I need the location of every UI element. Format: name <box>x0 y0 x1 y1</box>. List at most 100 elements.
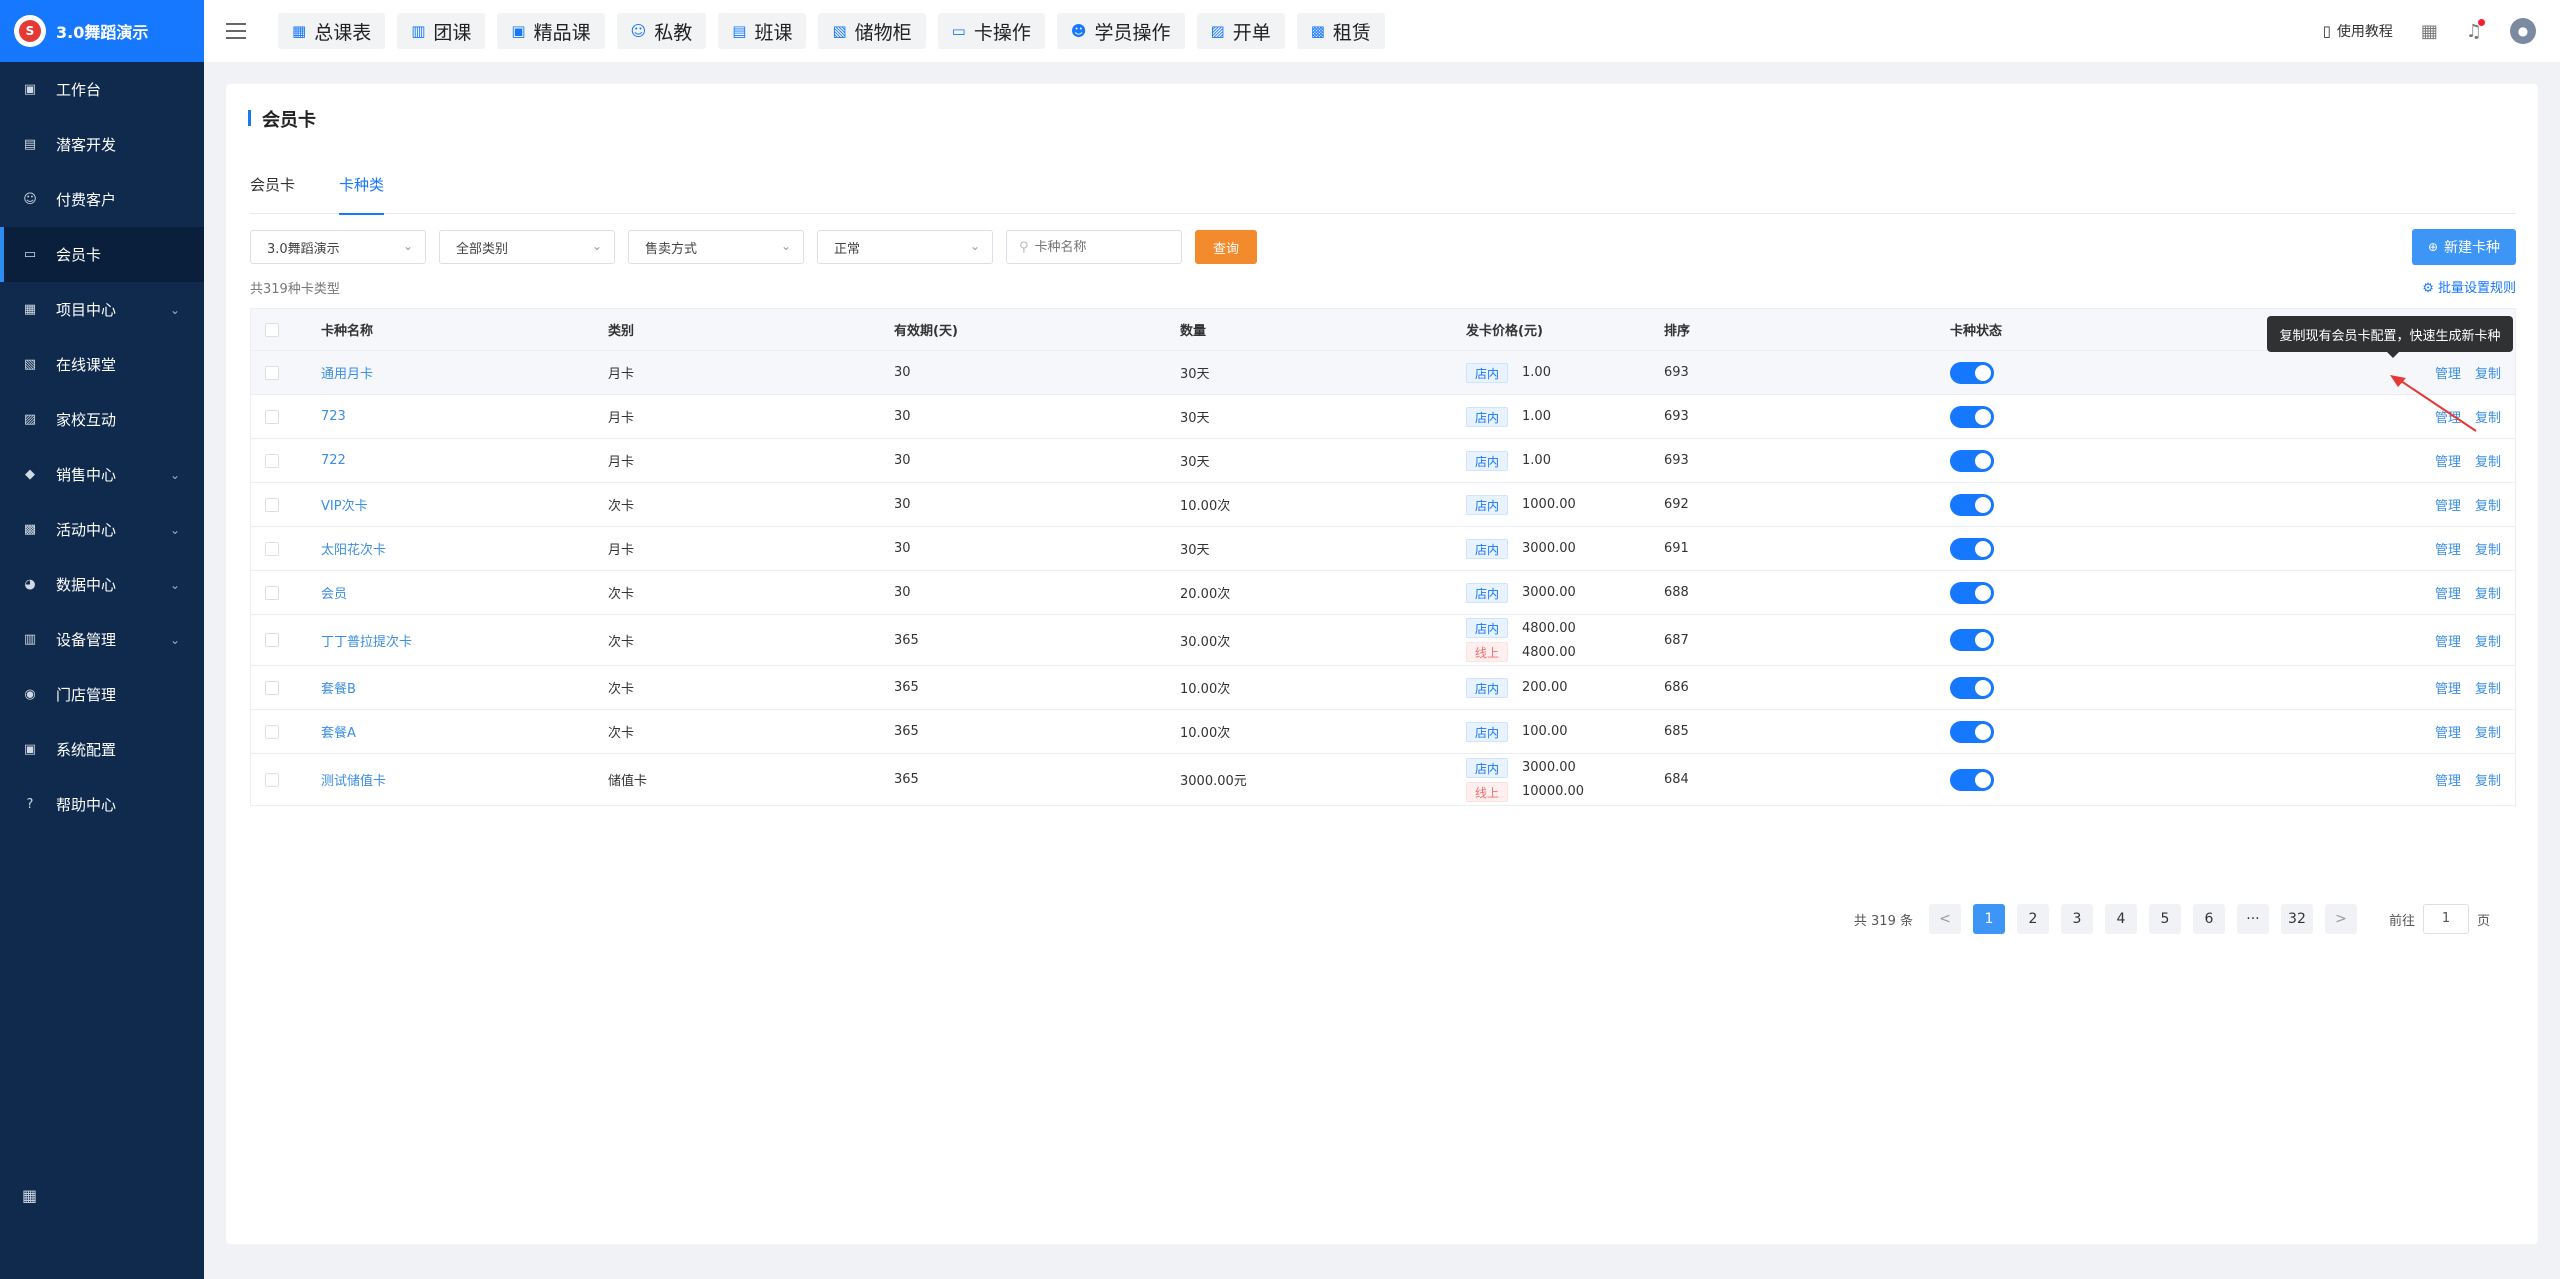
manage-button[interactable]: 管理 <box>2435 770 2461 789</box>
row-checkbox[interactable] <box>265 453 279 468</box>
sidebar-item-6[interactable]: ▨ 家校互动 <box>0 392 204 447</box>
menu-toggle-icon[interactable] <box>226 23 246 39</box>
status-toggle[interactable] <box>1950 405 1994 428</box>
manage-button[interactable]: 管理 <box>2435 451 2461 470</box>
page-button-0[interactable]: 1 <box>1972 904 2005 934</box>
nav-tab-1[interactable]: ▥ 团课 <box>397 13 486 49</box>
page-button-4[interactable]: 5 <box>2148 904 2181 934</box>
status-toggle[interactable] <box>1950 449 1994 472</box>
sidebar-item-11[interactable]: ◉ 门店管理 <box>0 667 204 722</box>
copy-button[interactable]: 复制 <box>2475 539 2501 558</box>
row-checkbox[interactable] <box>265 585 279 600</box>
sidebar-item-2[interactable]: ☺ 付费客户 <box>0 172 204 227</box>
avatar[interactable]: ● <box>2510 18 2536 44</box>
row-checkbox[interactable] <box>265 772 279 787</box>
nav-tab-4[interactable]: ▤ 班课 <box>718 13 807 49</box>
card-name-link[interactable]: 套餐B <box>321 678 608 697</box>
nav-tab-0[interactable]: ▦ 总课表 <box>278 13 386 49</box>
status-toggle[interactable] <box>1950 768 1994 791</box>
manage-button[interactable]: 管理 <box>2435 631 2461 650</box>
manage-button[interactable]: 管理 <box>2435 495 2461 514</box>
page-button-7[interactable]: 32 <box>2280 904 2313 934</box>
sidebar-item-8[interactable]: ▩ 活动中心 ⌄ <box>0 502 204 557</box>
nav-tab-5[interactable]: ▧ 储物柜 <box>818 13 926 49</box>
row-checkbox[interactable] <box>265 633 279 647</box>
manage-button[interactable]: 管理 <box>2435 722 2461 741</box>
search-input[interactable] <box>1034 239 1165 255</box>
sidebar-item-5[interactable]: ▧ 在线课堂 <box>0 337 204 392</box>
copy-button[interactable]: 复制 <box>2475 495 2501 514</box>
copy-button[interactable]: 复制 <box>2475 583 2501 602</box>
nav-tab-6[interactable]: ▭ 卡操作 <box>937 13 1045 49</box>
qrcode-icon[interactable]: ▦ <box>2421 21 2438 42</box>
status-toggle[interactable] <box>1950 581 1994 604</box>
status-toggle[interactable] <box>1950 361 1994 384</box>
card-name-link[interactable]: 723 <box>321 409 608 424</box>
card-name-link[interactable]: 测试储值卡 <box>321 770 608 789</box>
page-button-1[interactable]: 2 <box>2016 904 2049 934</box>
card-name-link[interactable]: VIP次卡 <box>321 495 608 514</box>
card-name-link[interactable]: 会员 <box>321 583 608 602</box>
new-card-type-button[interactable]: ⊕ 新建卡种 <box>2412 229 2516 265</box>
row-checkbox[interactable] <box>265 365 279 380</box>
row-checkbox[interactable] <box>265 724 279 739</box>
sidebar-item-3[interactable]: ▭ 会员卡 <box>0 227 204 282</box>
status-toggle[interactable] <box>1950 537 1994 560</box>
card-name-link[interactable]: 722 <box>321 453 608 468</box>
sidebar-item-10[interactable]: ▥ 设备管理 ⌄ <box>0 612 204 667</box>
sale-mode-select[interactable]: 售卖方式 ⌄ <box>628 230 804 264</box>
copy-button[interactable]: 复制 <box>2475 770 2501 789</box>
nav-tab-2[interactable]: ▣ 精品课 <box>497 13 605 49</box>
manage-button[interactable]: 管理 <box>2435 539 2461 558</box>
sidebar-item-0[interactable]: ▣ 工作台 <box>0 62 204 117</box>
sidebar-item-4[interactable]: ▦ 项目中心 ⌄ <box>0 282 204 337</box>
copy-button[interactable]: 复制 <box>2475 678 2501 697</box>
page-button-3[interactable]: 4 <box>2104 904 2137 934</box>
row-checkbox[interactable] <box>265 541 279 556</box>
brand[interactable]: S 3.0舞蹈演示 <box>0 0 204 62</box>
copy-button[interactable]: 复制 <box>2475 451 2501 470</box>
manage-button[interactable]: 管理 <box>2435 678 2461 697</box>
status-select[interactable]: 正常 ⌄ <box>817 230 993 264</box>
copy-button[interactable]: 复制 <box>2475 631 2501 650</box>
sidebar-item-12[interactable]: ▣ 系统配置 <box>0 722 204 777</box>
page-button-2[interactable]: 3 <box>2060 904 2093 934</box>
tab-member-card[interactable]: 会员卡 <box>250 170 295 214</box>
status-toggle[interactable] <box>1950 493 1994 516</box>
nav-tab-7[interactable]: ☻ 学员操作 <box>1056 13 1185 49</box>
store-select[interactable]: 3.0舞蹈演示 ⌄ <box>250 230 426 264</box>
category-select[interactable]: 全部类别 ⌄ <box>439 230 615 264</box>
card-name-link[interactable]: 通用月卡 <box>321 363 608 382</box>
page-button-5[interactable]: 6 <box>2192 904 2225 934</box>
manage-button[interactable]: 管理 <box>2435 583 2461 602</box>
status-toggle[interactable] <box>1950 720 1994 743</box>
row-checkbox[interactable] <box>265 680 279 695</box>
nav-tab-8[interactable]: ▨ 开单 <box>1196 13 1285 49</box>
card-name-link[interactable]: 太阳花次卡 <box>321 539 608 558</box>
status-toggle[interactable] <box>1950 629 1994 651</box>
sidebar-item-7[interactable]: ◆ 销售中心 ⌄ <box>0 447 204 502</box>
copy-button[interactable]: 复制 <box>2475 722 2501 741</box>
prev-page-button[interactable]: < <box>1928 904 1961 934</box>
batch-rules-link[interactable]: ⚙ 批量设置规则 <box>2422 277 2516 296</box>
search-box[interactable]: ⚲ <box>1006 230 1182 264</box>
sidebar-item-9[interactable]: ◕ 数据中心 ⌄ <box>0 557 204 612</box>
tutorial-link[interactable]: ▯ 使用教程 <box>2323 21 2393 41</box>
sidebar-item-13[interactable]: ? 帮助中心 <box>0 777 204 832</box>
next-page-button[interactable]: > <box>2324 904 2357 934</box>
status-toggle[interactable] <box>1950 676 1994 699</box>
nav-tab-3[interactable]: ☺ 私教 <box>616 13 707 49</box>
tab-card-type[interactable]: 卡种类 <box>339 170 385 215</box>
sidebar-item-1[interactable]: ▤ 潜客开发 <box>0 117 204 172</box>
row-checkbox[interactable] <box>265 497 279 512</box>
select-all-checkbox[interactable] <box>265 322 279 337</box>
query-button[interactable]: 查询 <box>1195 230 1257 264</box>
nav-tab-9[interactable]: ▩ 租赁 <box>1296 13 1385 49</box>
page-jump-input[interactable]: 1 <box>2422 904 2469 934</box>
page-button-6[interactable]: ··· <box>2236 904 2269 934</box>
row-checkbox[interactable] <box>265 409 279 424</box>
card-name-link[interactable]: 套餐A <box>321 722 608 741</box>
bell-icon[interactable]: ♫ <box>2466 18 2485 42</box>
card-name-link[interactable]: 丁丁普拉提次卡 <box>321 631 608 650</box>
apps-grid-icon[interactable]: ▦ <box>22 1186 40 1205</box>
